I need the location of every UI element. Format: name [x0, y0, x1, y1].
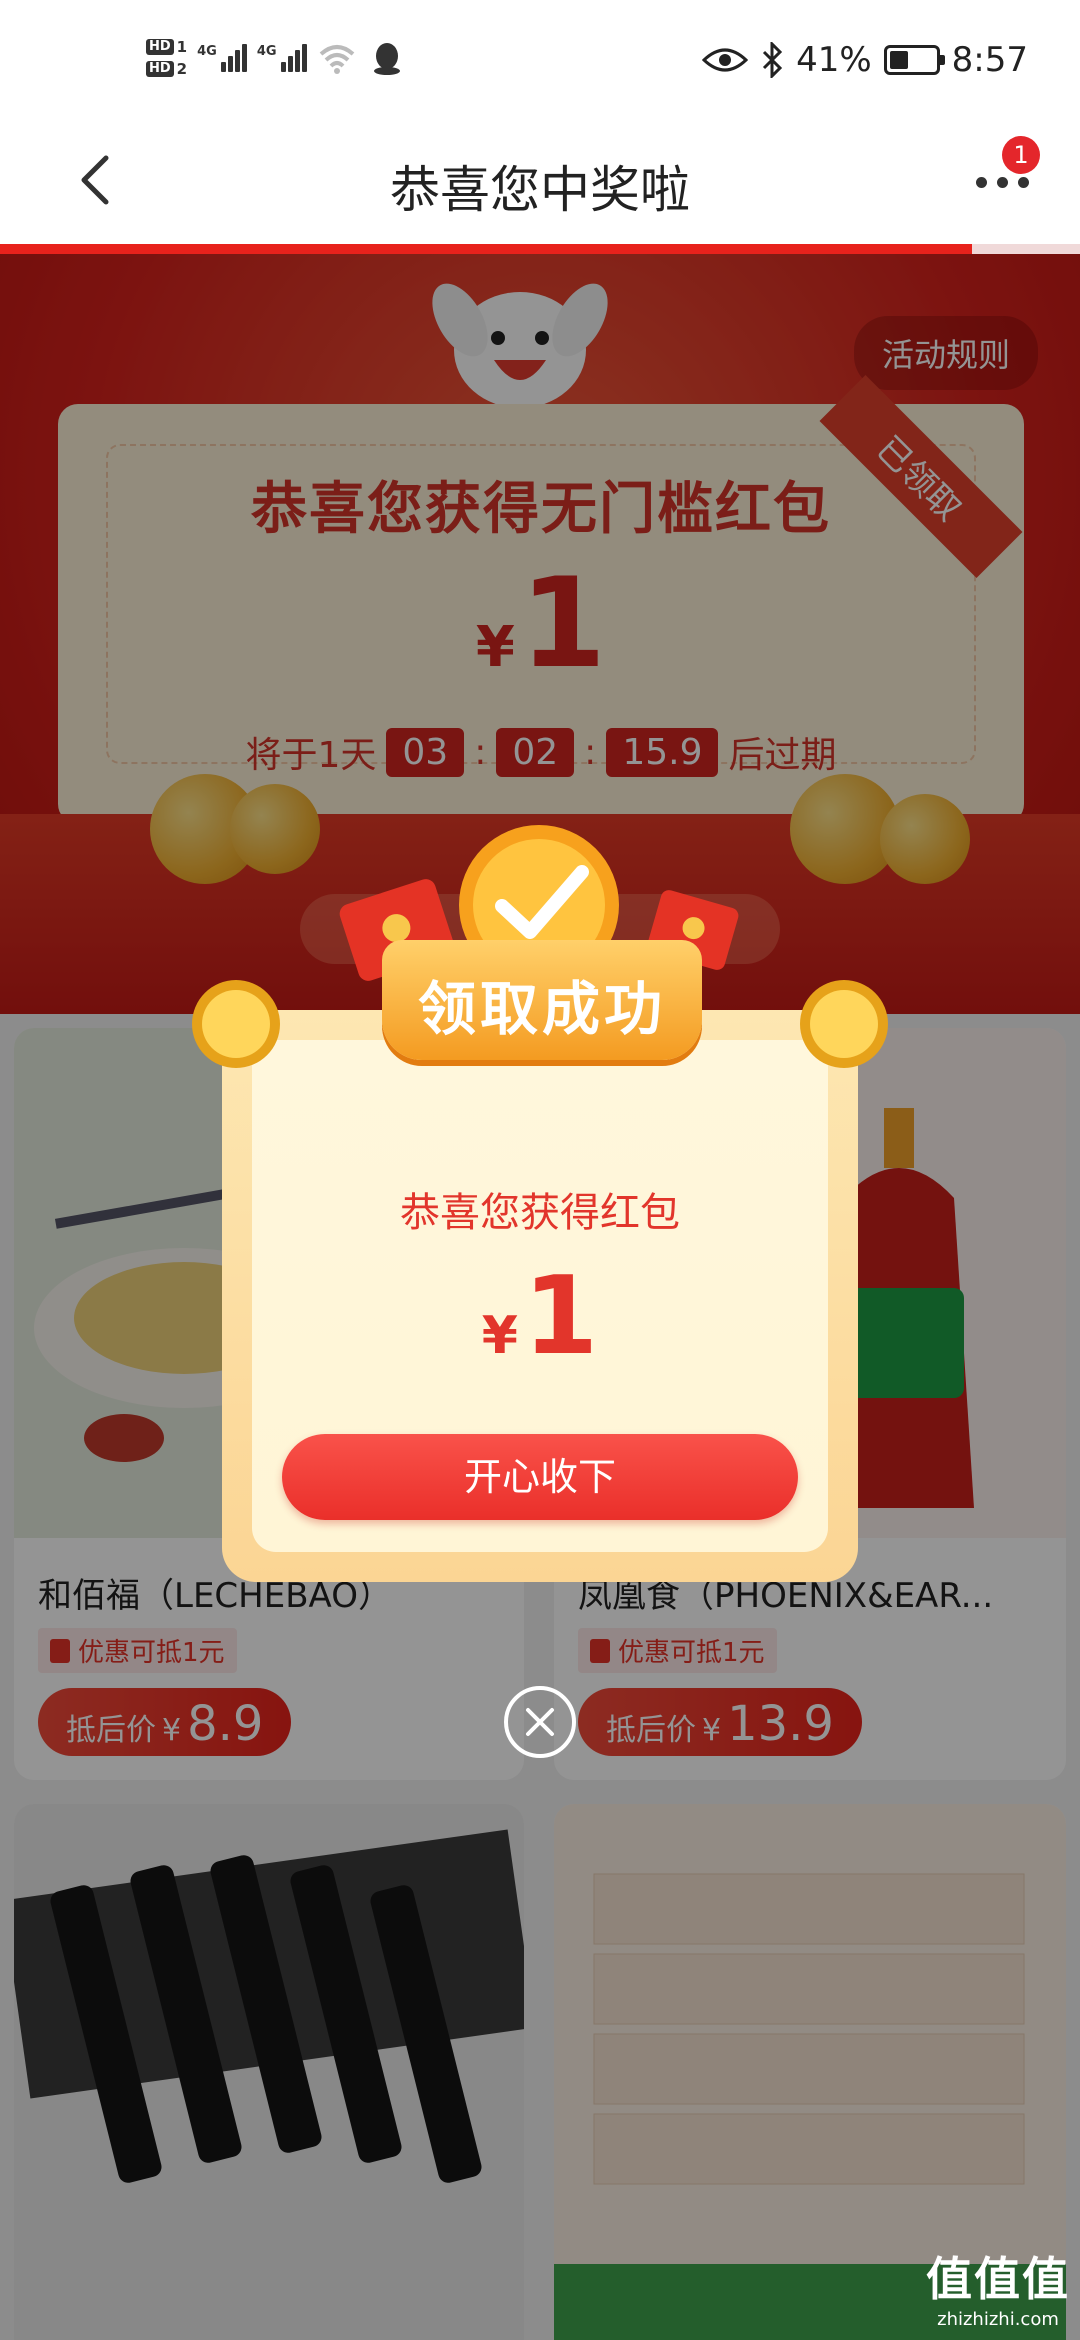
- page-title: 恭喜您中奖啦: [390, 161, 690, 219]
- eye-icon: [702, 48, 749, 72]
- hd-sim-1: HD 1: [146, 39, 187, 55]
- wifi-icon: [319, 45, 354, 74]
- gold-coin-icon: [800, 980, 888, 1068]
- status-right: 41% 8:57: [702, 40, 1028, 80]
- currency-symbol: ¥: [481, 1306, 518, 1366]
- watermark-url: zhizhizhi.com: [937, 2309, 1059, 2330]
- notification-badge: 1: [1002, 136, 1040, 174]
- battery-icon: [883, 45, 945, 75]
- status-left: HD 1 HD 2 4G 4G: [146, 38, 407, 78]
- watermark-logo: 值值值: [926, 2252, 1070, 2306]
- status-bar: HD 1 HD 2 4G 4G 41% 8:57: [0, 0, 1080, 120]
- more-dot: [996, 176, 1008, 188]
- hd-badge: HD: [146, 39, 174, 55]
- hd-badge: HD: [146, 61, 174, 77]
- network-type: 4G: [256, 44, 277, 59]
- accept-reward-button[interactable]: 开心收下: [282, 1434, 798, 1520]
- close-icon[interactable]: [504, 1686, 576, 1758]
- signal-icon: 4G: [257, 44, 307, 72]
- hd-indicators: HD 1 HD 2: [146, 39, 187, 77]
- reward-value: 1: [523, 1254, 599, 1379]
- gold-coin-icon: [192, 980, 280, 1068]
- dialog-subtitle: 恭喜您获得红包: [400, 1190, 680, 1236]
- hd-sim-2: HD 2: [146, 61, 187, 77]
- qq-icon: [373, 43, 400, 75]
- claim-success-dialog: 领取成功 恭喜您获得红包 ¥ 1 开心收下: [192, 825, 888, 1582]
- battery-level: [889, 51, 908, 69]
- page-load-progress-fill: [0, 244, 972, 254]
- site-watermark: 值值值 zhizhizhi.com: [926, 2243, 1070, 2330]
- nav-bar: 恭喜您中奖啦: [0, 120, 1080, 246]
- sim-number: 1: [176, 38, 188, 56]
- dialog-amount: ¥ 1: [222, 1254, 858, 1379]
- signal-icon: 4G: [197, 44, 247, 72]
- network-type: 4G: [197, 44, 217, 59]
- battery-percent: 41%: [796, 40, 872, 80]
- sim-number: 2: [176, 60, 188, 78]
- clock: 8:57: [951, 40, 1028, 80]
- bluetooth-icon: [763, 42, 783, 78]
- page-load-progress: [0, 244, 1080, 254]
- dialog-title: 领取成功: [417, 975, 666, 1043]
- more-dot: [1017, 176, 1029, 188]
- dialog-banner: 领取成功: [382, 940, 702, 1060]
- more-dot: [975, 176, 987, 188]
